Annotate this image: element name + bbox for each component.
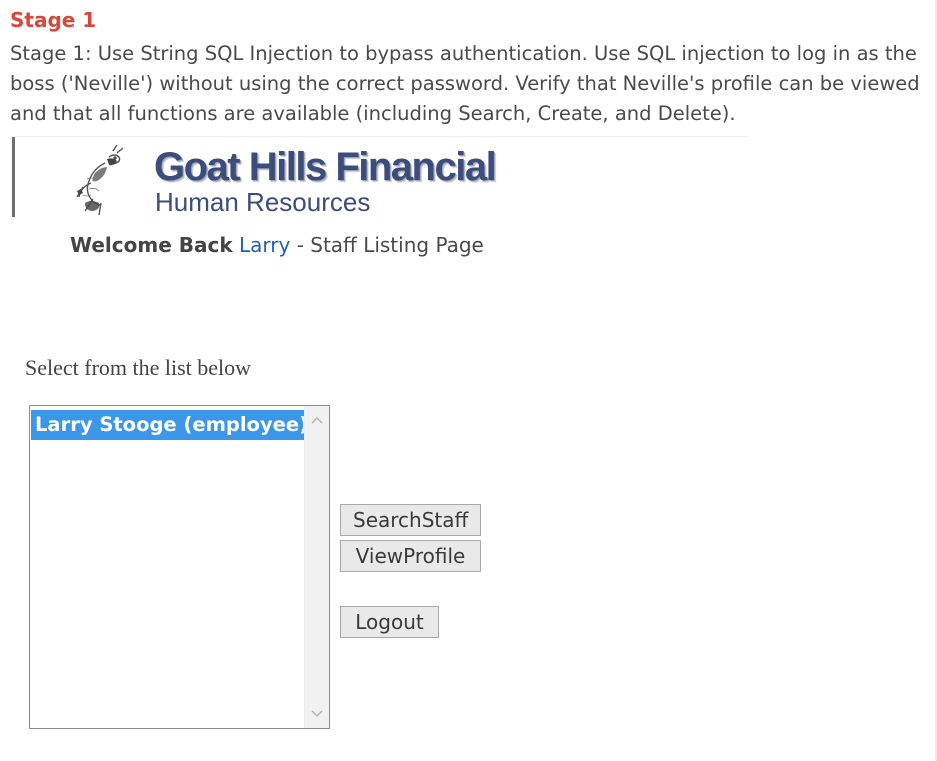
user-link[interactable]: Larry [239, 233, 290, 257]
goat-logo-icon [76, 144, 124, 216]
listbox-scrollbar[interactable] [304, 406, 329, 728]
view-profile-button[interactable]: ViewProfile [340, 540, 481, 572]
staff-list-label: Select from the list below [25, 355, 252, 380]
stage-description: Stage 1: Use String SQL Injection to byp… [10, 42, 920, 125]
scroll-up-icon[interactable] [305, 410, 329, 430]
staff-listbox[interactable]: Larry Stooge (employee) [29, 405, 330, 729]
list-item-larry-stooge[interactable]: Larry Stooge (employee) [31, 410, 308, 440]
department-name: Human Resources [155, 187, 371, 217]
company-banner: Goat Hills Financial Human Resources [12, 137, 748, 217]
scroll-down-icon[interactable] [305, 704, 329, 724]
logout-button[interactable]: Logout [340, 606, 439, 638]
welcome-prefix: Welcome Back [70, 233, 233, 257]
welcome-message: Welcome Back Larry - Staff Listing Page [70, 233, 484, 257]
company-name: Goat Hills Financial [154, 145, 497, 189]
stage-title: Stage 1 [10, 8, 97, 32]
lesson-page: Stage 1 Stage 1: Use String SQL Injectio… [0, 0, 937, 761]
welcome-suffix: - Staff Listing Page [296, 233, 484, 257]
search-staff-button[interactable]: SearchStaff [340, 504, 481, 536]
